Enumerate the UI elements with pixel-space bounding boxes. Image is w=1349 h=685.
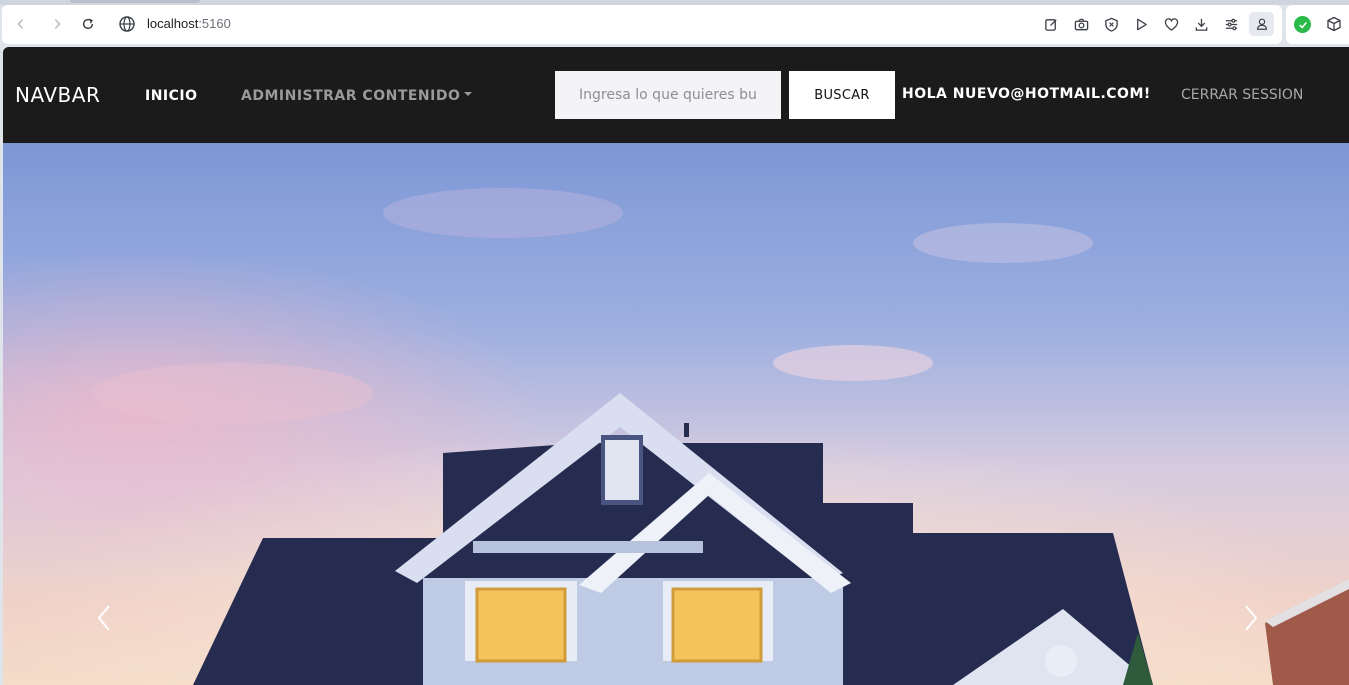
extension-check-icon[interactable] — [1294, 16, 1311, 33]
carousel — [3, 143, 1349, 685]
camera-icon[interactable] — [1071, 14, 1091, 34]
edit-icon[interactable] — [1041, 14, 1061, 34]
globe-icon — [119, 16, 135, 32]
logout-link[interactable]: CERRAR SESSION — [1181, 87, 1303, 103]
chevron-right-icon — [1245, 605, 1258, 631]
search-input[interactable] — [555, 71, 781, 119]
chevron-left-icon — [97, 605, 110, 631]
search-button[interactable]: BUSCAR — [789, 71, 895, 119]
forward-icon[interactable] — [46, 13, 68, 35]
nav-dropdown-administrar-contenido[interactable]: ADMINISTRAR CONTENIDO — [241, 88, 473, 104]
house-image — [3, 143, 1349, 685]
heart-icon[interactable] — [1161, 14, 1181, 34]
shield-icon[interactable] — [1101, 14, 1121, 34]
carousel-next-button[interactable] — [1236, 598, 1266, 638]
play-icon[interactable] — [1131, 14, 1151, 34]
browser-toolbar: localhost:5160 — [0, 0, 1349, 47]
url-host: localhost — [147, 16, 199, 31]
extensions-area — [1286, 5, 1349, 44]
back-icon[interactable] — [10, 13, 32, 35]
user-greeting: HOLA NUEVO@HOTMAIL.COM! — [902, 86, 1151, 102]
active-tab[interactable] — [70, 0, 200, 3]
navbar: NAVBAR INICIO ADMINISTRAR CONTENIDO BUSC… — [3, 47, 1349, 143]
nav-link-inicio[interactable]: INICIO — [145, 88, 198, 104]
extension-cube-icon[interactable] — [1326, 16, 1342, 32]
menu-icon[interactable] — [1221, 14, 1241, 34]
download-icon[interactable] — [1191, 14, 1211, 34]
profile-icon[interactable] — [1249, 12, 1274, 36]
carousel-prev-button[interactable] — [89, 598, 119, 638]
address-bar-row: localhost:5160 — [2, 5, 1282, 44]
nav-dropdown-label: ADMINISTRAR CONTENIDO — [241, 88, 461, 104]
reload-icon[interactable] — [77, 13, 99, 35]
url-port: :5160 — [198, 16, 231, 31]
web-page: NAVBAR INICIO ADMINISTRAR CONTENIDO BUSC… — [3, 47, 1349, 685]
url-field[interactable]: localhost:5160 — [147, 16, 231, 31]
navbar-brand[interactable]: NAVBAR — [15, 83, 100, 107]
caret-down-icon — [464, 92, 473, 96]
